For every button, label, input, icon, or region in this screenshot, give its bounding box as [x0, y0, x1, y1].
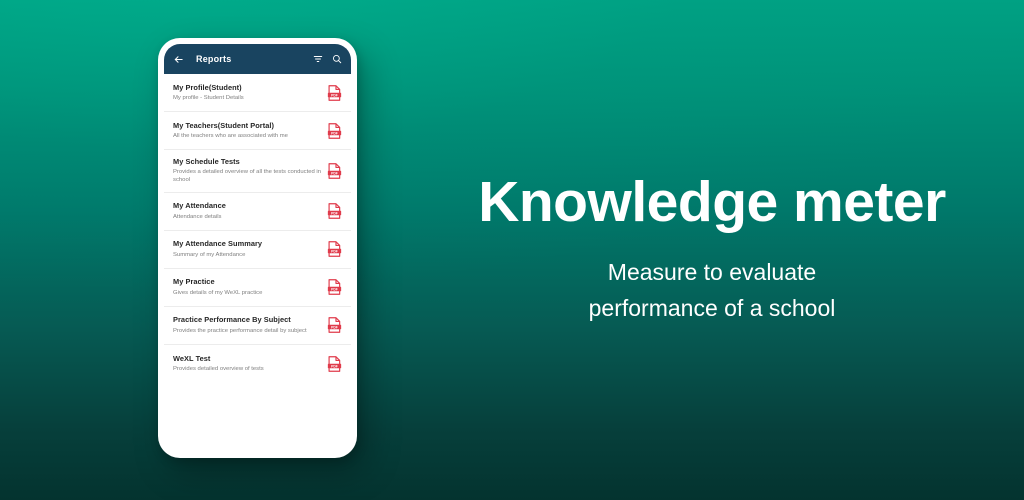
hero-text-block: Knowledge meter Measure to evaluate perf… — [400, 0, 1024, 500]
list-item-title: My Teachers(Student Portal) — [173, 120, 275, 130]
pdf-file-icon[interactable]: PDF — [327, 203, 342, 219]
list-item[interactable]: My Profile(Student) My profile - Student … — [164, 74, 351, 112]
list-item-texts: My Schedule Tests Provides a detailed ove… — [173, 157, 321, 185]
phone-mockup: Reports My Profile(Student) My profile -… — [158, 38, 357, 458]
svg-text:PDF: PDF — [331, 93, 338, 97]
list-item[interactable]: My Practice Gives details of my WeXL prac… — [164, 269, 351, 307]
list-item-subtitle: Provides the practice performance detail… — [173, 327, 307, 334]
hero-subtitle-line-2: performance of a school — [588, 294, 836, 321]
svg-text:PDF: PDF — [331, 249, 338, 253]
svg-text:PDF: PDF — [331, 325, 338, 329]
list-item-title: My Schedule Tests — [173, 157, 240, 166]
list-item-title: My Profile(Student) — [173, 82, 242, 92]
list-item-texts: My Attendance Summary Summary of my Atten… — [173, 239, 321, 258]
promo-banner: Reports My Profile(Student) My profile -… — [0, 0, 1024, 500]
list-item-subtitle: Provides a detailed overview of all the … — [173, 169, 322, 184]
list-item-texts: My Profile(Student) My profile - Student … — [173, 83, 321, 102]
svg-text:PDF: PDF — [331, 131, 338, 135]
hero-subtitle-line-1: Measure to evaluate — [607, 259, 817, 286]
svg-text:PDF: PDF — [331, 364, 338, 368]
list-item-texts: My Attendance Attendance details — [173, 201, 321, 220]
list-item-subtitle: All the teachers who are associated with… — [173, 133, 288, 140]
reports-list[interactable]: My Profile(Student) My profile - Student … — [164, 74, 351, 452]
pdf-file-icon[interactable]: PDF — [327, 317, 342, 333]
hero-subtitle: Measure to evaluate performance of a sch… — [589, 255, 836, 326]
list-item-texts: My Practice Gives details of my WeXL prac… — [173, 277, 321, 296]
filter-icon[interactable] — [313, 54, 323, 64]
list-item-title: My Attendance Summary — [173, 239, 263, 249]
svg-text:PDF: PDF — [331, 171, 338, 175]
pdf-file-icon[interactable]: PDF — [327, 84, 342, 101]
app-bar-title: Reports — [196, 54, 232, 64]
list-item-subtitle: Summary of my Attendance — [173, 251, 246, 258]
arrow-left-icon[interactable] — [173, 54, 184, 65]
list-item-texts: WeXL Test Provides detailed overview of t… — [173, 354, 321, 373]
list-item-subtitle: Provides detailed overview of tests — [173, 366, 264, 373]
pdf-file-icon[interactable]: PDF — [327, 279, 342, 295]
list-item-texts: My Teachers(Student Portal) All the teach… — [173, 121, 321, 140]
app-bar: Reports — [164, 44, 351, 74]
list-item-texts: Practice Performance By Subject Provides … — [173, 315, 321, 334]
list-item-title: WeXL Test — [173, 353, 211, 363]
list-item-subtitle: My profile - Student Details — [173, 95, 244, 102]
search-icon[interactable] — [332, 54, 342, 64]
list-item-title: My Practice — [173, 277, 215, 287]
list-item[interactable]: My Schedule Tests Provides a detailed ove… — [164, 150, 351, 193]
svg-text:PDF: PDF — [331, 287, 338, 291]
list-item[interactable]: WeXL Test Provides detailed overview of t… — [164, 345, 351, 383]
pdf-file-icon[interactable]: PDF — [327, 162, 342, 179]
list-item-title: My Attendance — [173, 201, 226, 211]
pdf-file-icon[interactable]: PDF — [327, 122, 342, 139]
svg-text:PDF: PDF — [331, 211, 338, 215]
list-item[interactable]: Practice Performance By Subject Provides … — [164, 307, 351, 345]
pdf-file-icon[interactable]: PDF — [327, 355, 342, 372]
list-item-subtitle: Gives details of my WeXL practice — [173, 289, 263, 296]
pdf-file-icon[interactable]: PDF — [327, 241, 342, 257]
phone-screen: Reports My Profile(Student) My profile -… — [164, 44, 351, 452]
list-item-subtitle: Attendance details — [173, 213, 222, 220]
list-item[interactable]: My Teachers(Student Portal) All the teach… — [164, 112, 351, 150]
page-title: Knowledge meter — [478, 170, 946, 235]
list-item-title: Practice Performance By Subject — [173, 315, 291, 325]
list-item[interactable]: My Attendance Attendance details PDF — [164, 193, 351, 231]
list-item[interactable]: My Attendance Summary Summary of my Atten… — [164, 231, 351, 269]
